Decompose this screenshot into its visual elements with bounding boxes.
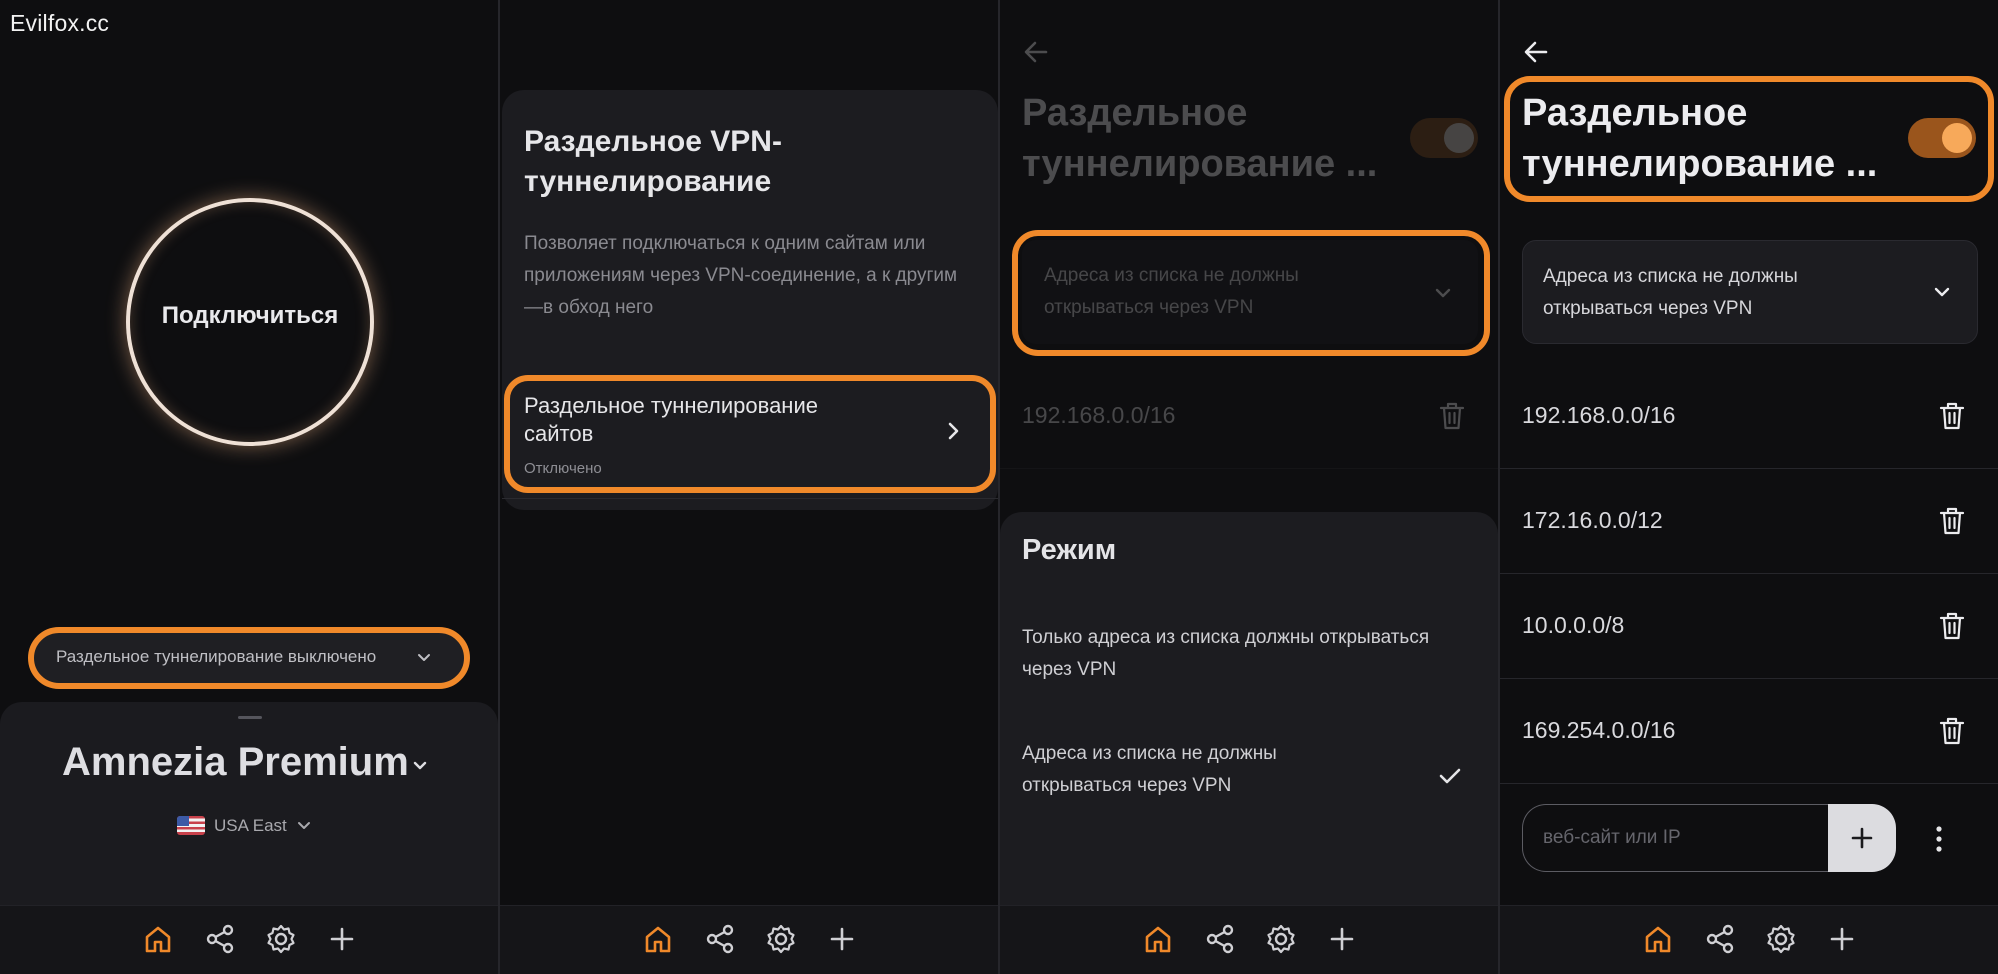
bottom-navigation: [0, 905, 498, 974]
highlight-box: [504, 375, 996, 493]
server-sheet[interactable]: Amnezia Premium USA East: [0, 702, 498, 912]
us-flag-icon: [177, 816, 205, 835]
home-icon[interactable]: [641, 922, 675, 956]
plus-icon[interactable]: [1325, 922, 1359, 956]
divider: [502, 498, 998, 499]
split-tunneling-toggle[interactable]: [1410, 118, 1478, 158]
mode-option-exclude[interactable]: Адреса из списка не должны открываться ч…: [1022, 738, 1352, 802]
bottom-navigation: [500, 905, 998, 974]
settings-icon[interactable]: [764, 922, 798, 956]
highlight-box: [1012, 230, 1490, 356]
plus-icon[interactable]: [1825, 922, 1859, 956]
page-description: Позволяет подключаться к одним сайтам ил…: [524, 233, 958, 318]
site-ip-input[interactable]: веб-сайт или IP: [1522, 804, 1828, 872]
mode-bottom-sheet: Режим Только адреса из списка должны отк…: [1000, 512, 1498, 912]
home-icon[interactable]: [1141, 922, 1175, 956]
region-label[interactable]: USA East: [214, 816, 287, 836]
mode-option-include[interactable]: Только адреса из списка должны открывать…: [1022, 622, 1482, 686]
mode-selection-screen: Раздельное туннелирование ... Адреса из …: [1000, 0, 1498, 974]
ip-address: 192.168.0.0/16: [1022, 402, 1176, 428]
trash-icon[interactable]: [1936, 715, 1968, 747]
ip-row: 10.0.0.0/8: [1500, 574, 1998, 679]
ip-address: 192.168.0.0/16: [1522, 402, 1676, 428]
ip-row: 169.254.0.0/16: [1500, 679, 1998, 784]
trash-icon[interactable]: [1436, 400, 1468, 432]
trash-icon[interactable]: [1936, 505, 1968, 537]
trash-icon[interactable]: [1936, 610, 1968, 642]
plus-icon: [1851, 827, 1873, 849]
ip-address: 169.254.0.0/16: [1522, 717, 1676, 743]
home-icon[interactable]: [1641, 922, 1675, 956]
toggle-knob: [1444, 123, 1474, 153]
ip-row: 192.168.0.0/16: [1500, 364, 1998, 469]
plus-icon[interactable]: [325, 922, 359, 956]
ip-address: 172.16.0.0/12: [1522, 507, 1663, 533]
back-arrow-icon[interactable]: [1522, 38, 1550, 66]
ip-address: 10.0.0.0/8: [1522, 612, 1625, 638]
watermark: Evilfox.cc: [10, 10, 110, 36]
checkmark-icon: [1439, 768, 1461, 784]
mode-selector[interactable]: Адреса из списка не должны открываться ч…: [1522, 240, 1978, 344]
split-tunneling-menu-screen: Раздельное VPN-туннелирование Позволяет …: [500, 0, 998, 974]
share-icon[interactable]: [1703, 922, 1737, 956]
drag-handle[interactable]: [238, 716, 262, 719]
chevron-down-icon: [1934, 287, 1950, 297]
trash-icon[interactable]: [1936, 400, 1968, 432]
page-title: Раздельное туннелирование ...: [1022, 92, 1378, 185]
home-screen: Evilfox.cc Подключиться Раздельное тунне…: [0, 0, 498, 974]
share-icon[interactable]: [1203, 922, 1237, 956]
site-ip-input-placeholder: веб-сайт или IP: [1543, 827, 1681, 848]
home-icon[interactable]: [141, 922, 175, 956]
connect-label: Подключиться: [161, 302, 339, 329]
settings-icon[interactable]: [1764, 922, 1798, 956]
highlight-box: [1504, 76, 1994, 202]
highlight-box: [28, 627, 470, 689]
mode-selector-text: Адреса из списка не должны открываться ч…: [1543, 266, 1798, 319]
server-name[interactable]: Amnezia Premium: [62, 740, 409, 785]
share-icon[interactable]: [703, 922, 737, 956]
chevron-down-icon[interactable]: [410, 756, 430, 776]
back-arrow-icon[interactable]: [1022, 38, 1050, 66]
ip-row: 172.16.0.0/12: [1500, 469, 1998, 574]
plus-icon[interactable]: [825, 922, 859, 956]
more-options-icon[interactable]: [1936, 826, 1942, 852]
settings-icon[interactable]: [264, 922, 298, 956]
bottom-navigation: [1000, 905, 1498, 974]
site-split-tunneling-screen: Раздельное туннелирование ... Адреса из …: [1500, 0, 1998, 974]
ip-row: 192.168.0.0/16: [1000, 364, 1498, 469]
page-title: Раздельное VPN-туннелирование: [524, 125, 782, 198]
bottom-navigation: [1500, 905, 1998, 974]
sheet-title: Режим: [1022, 534, 1117, 566]
chevron-down-icon[interactable]: [296, 818, 312, 834]
settings-icon[interactable]: [1264, 922, 1298, 956]
share-icon[interactable]: [203, 922, 237, 956]
add-site-button[interactable]: [1828, 804, 1896, 872]
